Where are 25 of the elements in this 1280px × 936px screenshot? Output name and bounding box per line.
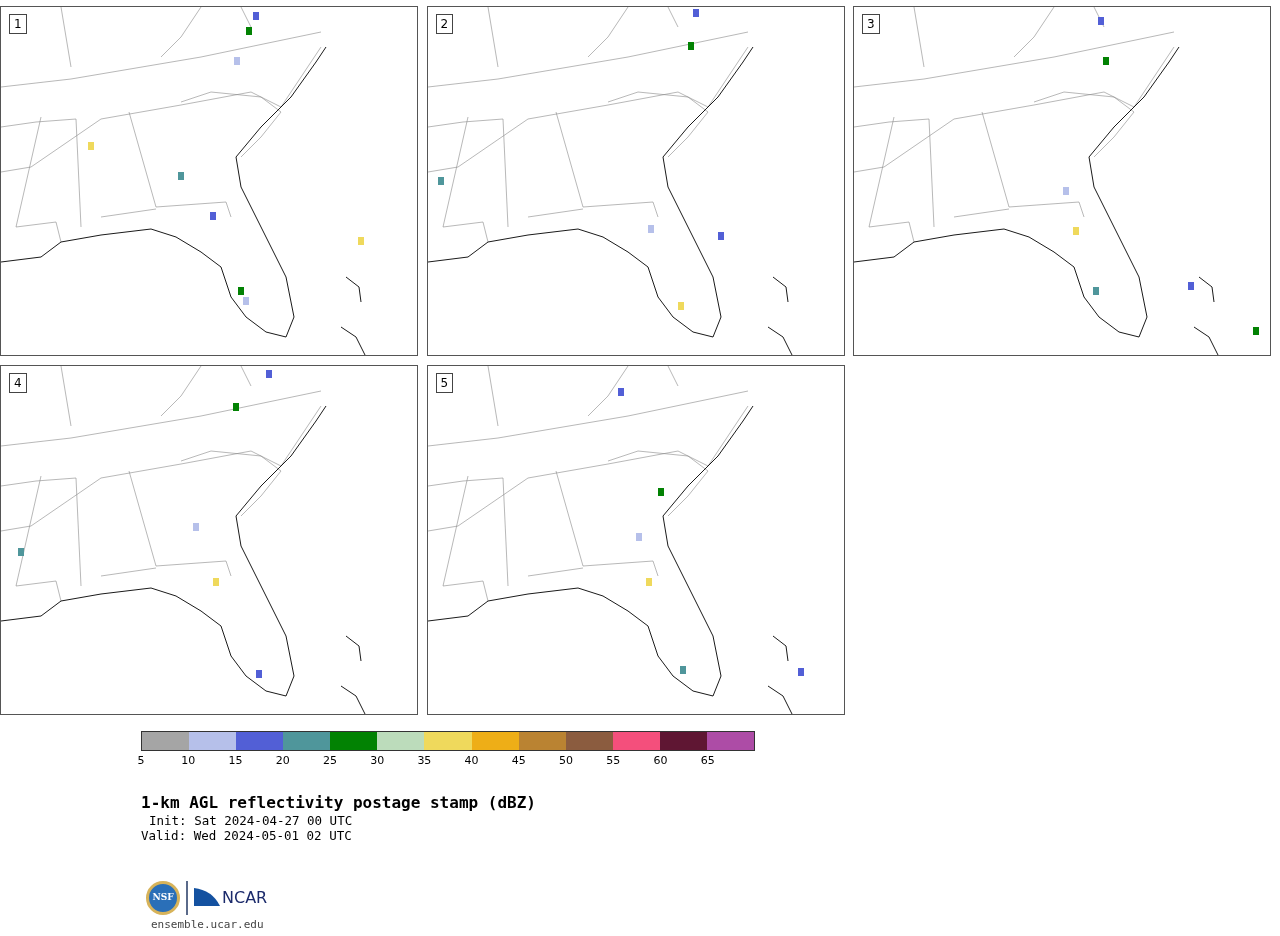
logo-text: NSF — [152, 891, 174, 905]
tick-label: 15 — [228, 754, 243, 768]
tick-label: 65 — [700, 754, 715, 768]
tick-label: 50 — [559, 754, 574, 768]
website-url: ensemble.ucar.edu — [151, 917, 264, 933]
panel-label: 5 — [435, 373, 454, 393]
init-time: Init: Sat 2024-04-27 00 UTC — [148, 813, 353, 828]
chart-title: 1-km AGL reflectivity postage stamp (dBZ) — [141, 793, 536, 813]
tick-label: 10 — [181, 754, 196, 768]
tick-label: 60 — [653, 754, 668, 768]
arc-icon — [194, 888, 220, 908]
ncar-logo-text: NCAR — [222, 887, 268, 909]
panel-label: 1 — [9, 14, 27, 34]
tick-label: 55 — [606, 754, 621, 768]
panel-label: 4 — [9, 373, 27, 393]
tick-label: 40 — [464, 754, 479, 768]
panel-label: 2 — [435, 14, 454, 34]
tick-label: 35 — [417, 754, 432, 768]
tick-label: 5 — [137, 754, 145, 768]
tick-label: 45 — [511, 754, 526, 768]
tick-label: 20 — [275, 754, 290, 768]
tick-label: 30 — [370, 754, 385, 768]
tick-label: 25 — [322, 754, 337, 768]
panel-label: 3 — [862, 14, 880, 34]
valid-time: Valid: Wed 2024-05-01 02 UTC — [141, 828, 352, 843]
